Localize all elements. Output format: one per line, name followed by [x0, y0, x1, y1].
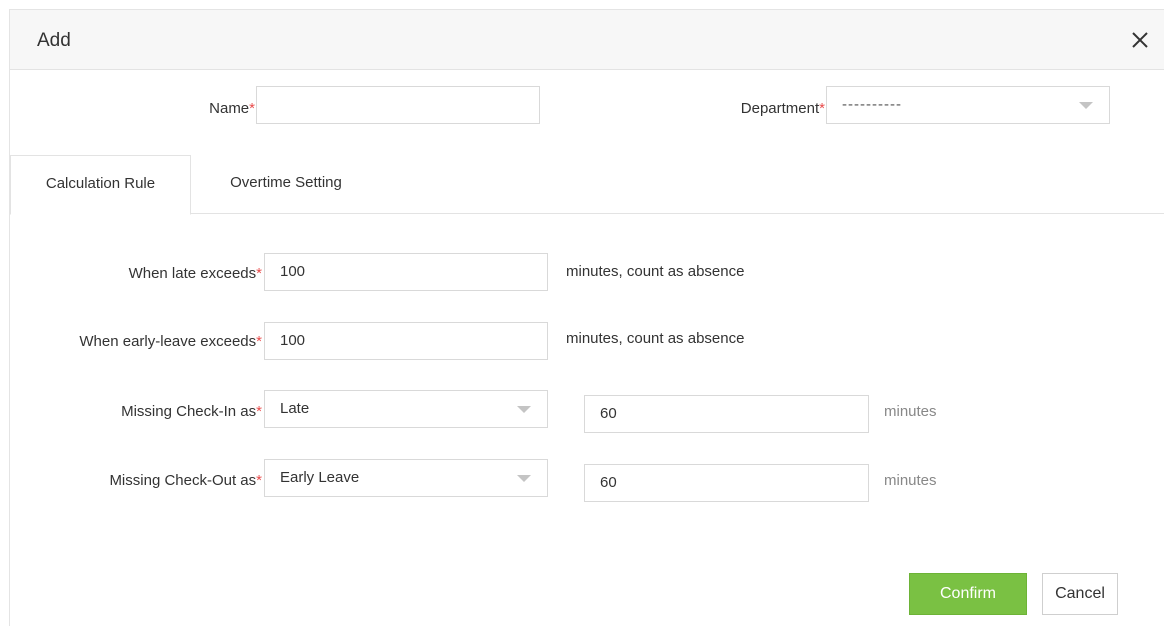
tab-overtime-setting[interactable]: Overtime Setting [191, 155, 381, 214]
chevron-down-icon [517, 475, 531, 482]
missing-check-out-select-value: Early Leave [280, 469, 360, 486]
add-dialog: Add Name* Department* ---------- Calcula… [9, 9, 1164, 626]
missing-check-in-select-value: Late [280, 400, 310, 417]
late-label: When late exceeds* [128, 265, 262, 282]
close-icon[interactable] [1128, 28, 1152, 52]
missing-check-in-label: Missing Check-In as* [121, 403, 262, 420]
early-leave-label: When early-leave exceeds* [79, 333, 262, 350]
early-leave-minutes-input[interactable]: 100 [264, 322, 548, 360]
missing-check-out-label: Missing Check-Out as* [109, 472, 262, 489]
department-label: Department* [740, 100, 825, 117]
missing-check-out-unit: minutes [884, 472, 937, 489]
tab-calculation-rule[interactable]: Calculation Rule [10, 155, 191, 215]
missing-check-in-select[interactable]: Late [264, 390, 548, 428]
late-minutes-input[interactable]: 100 [264, 253, 548, 291]
department-select-value: ---------- [842, 96, 902, 113]
missing-check-in-unit: minutes [884, 403, 937, 420]
confirm-button[interactable]: Confirm [909, 573, 1027, 615]
name-input[interactable] [256, 86, 540, 124]
missing-check-out-select[interactable]: Early Leave [264, 459, 548, 497]
tab-bar: Calculation Rule Overtime Setting [10, 155, 1164, 215]
name-label: Name* [209, 100, 255, 117]
chevron-down-icon [1079, 102, 1093, 109]
cancel-button[interactable]: Cancel [1042, 573, 1118, 615]
missing-check-out-minutes-input[interactable]: 60 [584, 464, 869, 502]
missing-check-in-minutes-input[interactable]: 60 [584, 395, 869, 433]
early-leave-suffix: minutes, count as absence [566, 330, 745, 347]
dialog-header: Add [10, 10, 1164, 70]
chevron-down-icon [517, 406, 531, 413]
dialog-title: Add [37, 30, 71, 51]
late-suffix: minutes, count as absence [566, 263, 745, 280]
department-select[interactable]: ---------- [826, 86, 1110, 124]
